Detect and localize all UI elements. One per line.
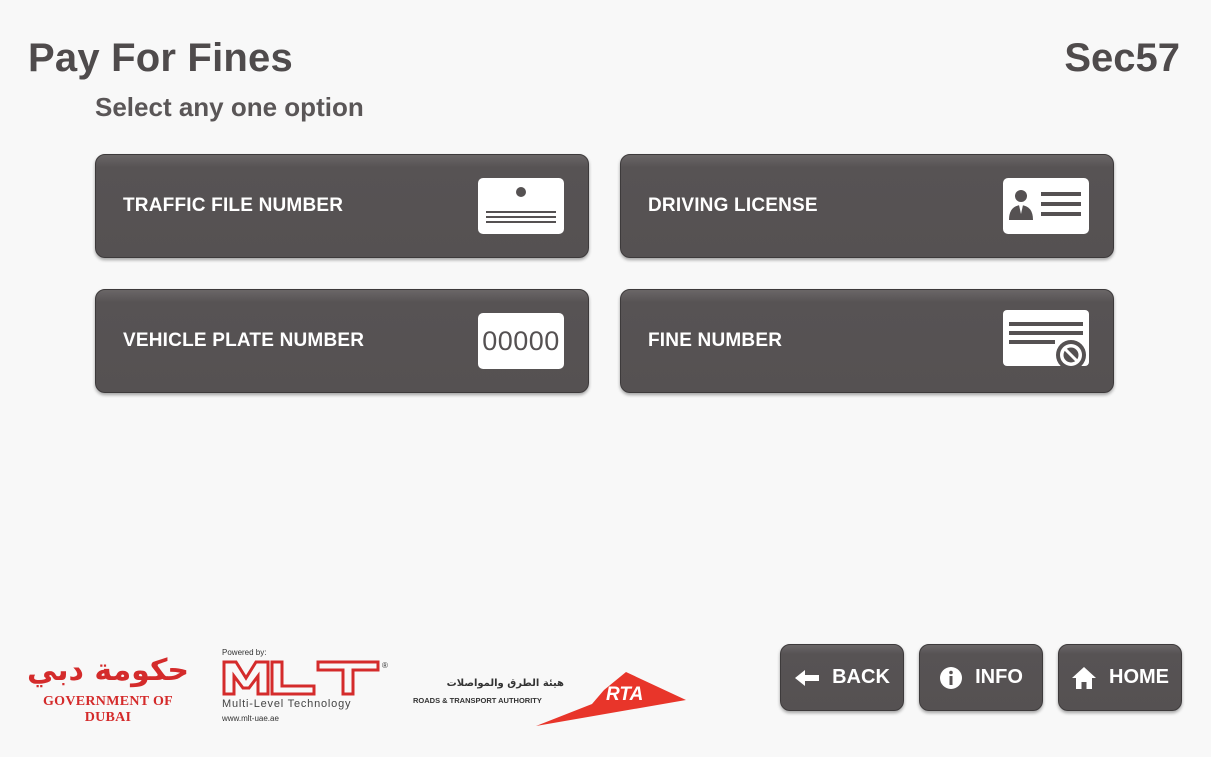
- plate-number-icon: 00000: [478, 313, 564, 369]
- info-icon: [940, 666, 963, 689]
- option-label: TRAFFIC FILE NUMBER: [123, 195, 344, 216]
- fine-number-button[interactable]: FINE NUMBER: [620, 289, 1114, 393]
- info-button[interactable]: INFO: [919, 644, 1043, 711]
- driving-license-button[interactable]: DRIVING LICENSE: [620, 154, 1114, 258]
- rta-logo: هيئة الطرق والمواصلات ROADS & TRANSPORT …: [412, 668, 692, 728]
- option-label: FINE NUMBER: [648, 330, 783, 351]
- vehicle-plate-number-button[interactable]: VEHICLE PLATE NUMBER 00000: [95, 289, 589, 393]
- mlt-url: www.mlt-uae.ae: [222, 714, 279, 723]
- back-button[interactable]: BACK: [780, 644, 904, 711]
- option-label: DRIVING LICENSE: [648, 195, 818, 216]
- back-label: BACK: [832, 666, 890, 688]
- session-id: Sec57: [1064, 36, 1180, 80]
- rta-english-text: ROADS & TRANSPORT AUTHORITY: [413, 696, 542, 705]
- svg-text:®: ®: [382, 661, 388, 670]
- government-of-dubai-logo: حكومة دبي GOVERNMENT OF DUBAI: [20, 652, 196, 726]
- arrow-left-icon: [795, 669, 820, 686]
- page-subtitle: Select any one option: [95, 92, 364, 122]
- mlt-wordmark: ®: [222, 658, 397, 698]
- id-card-icon: [478, 178, 564, 234]
- gov-arabic-text: حكومة دبي: [26, 653, 190, 688]
- driving-license-icon: [1003, 178, 1089, 234]
- page-title: Pay For Fines: [28, 36, 293, 80]
- home-button[interactable]: HOME: [1058, 644, 1182, 711]
- fine-ticket-icon: [1003, 310, 1089, 370]
- home-icon: [1072, 666, 1096, 689]
- home-label: HOME: [1109, 666, 1169, 688]
- gov-english-text: GOVERNMENT OF DUBAI: [42, 694, 174, 725]
- rta-short-text: RTA: [606, 684, 644, 705]
- mlt-subtitle: Multi-Level Technology: [222, 698, 352, 710]
- mlt-logo: Powered by: ® Multi-Level Technology www…: [222, 648, 397, 723]
- traffic-file-number-button[interactable]: TRAFFIC FILE NUMBER: [95, 154, 589, 258]
- mlt-powered-text: Powered by:: [222, 648, 267, 657]
- option-label: VEHICLE PLATE NUMBER: [123, 330, 365, 351]
- info-label: INFO: [975, 666, 1023, 688]
